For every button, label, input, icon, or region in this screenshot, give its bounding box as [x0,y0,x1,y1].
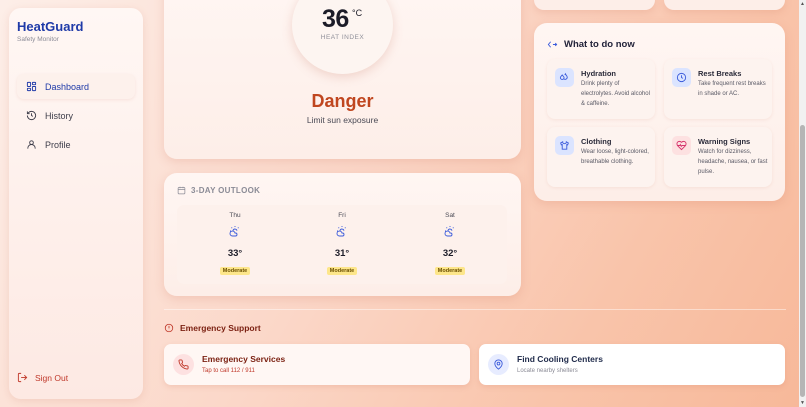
map-pin-icon [488,354,509,375]
nav-dashboard[interactable]: Dashboard [17,74,135,99]
user-icon [27,140,36,149]
dashboard-icon [26,81,37,92]
nav-dashboard-label: Dashboard [45,81,90,92]
heat-index-value: 36 [322,5,349,33]
heat-index-unit: °C [352,8,363,18]
forecast-day-name: Fri [338,212,346,219]
tip-card-warning-signs: Warning Signs Watch for dizziness, heada… [664,127,772,187]
outlook-title-text: 3-DAY OUTLOOK [191,186,261,195]
heat-index-label: HEAT INDEX [320,34,365,41]
partly-sunny-icon [336,226,346,237]
tip-body: Drink plenty of electrolytes. Avoid alco… [581,81,650,107]
tip-title: Rest Breaks [698,69,742,78]
tip-title: Clothing [581,137,612,146]
forecast-day: Sat 32° Moderate [410,205,490,277]
tip-title: Warning Signs [698,137,751,146]
history-icon [26,110,37,121]
forecast-badge: Moderate [434,267,466,275]
phone-icon [173,354,194,375]
tip-body: Wear loose, light-colored, breathable cl… [581,149,649,165]
forecast-temp: 32° [442,248,458,259]
forecast-badge: Moderate [219,267,251,275]
droplets-icon [555,68,574,87]
forecast-badge: Moderate [326,267,358,275]
outlook-title: 3-DAY OUTLOOK [177,186,260,195]
stat-card-stub [664,0,785,10]
cooling-centers-title: Find Cooling Centers [517,354,603,364]
tip-card-rest-breaks: Rest Breaks Take frequent rest breaks in… [664,59,772,119]
scroll-up-arrow[interactable]: ▲ [799,0,806,8]
sidebar [9,8,143,399]
forecast-temp: 33° [227,248,243,259]
forecast-day-name: Thu [229,212,241,219]
heart-pulse-icon [672,136,691,155]
nav-history[interactable]: History [17,103,135,128]
section-divider [164,309,786,310]
app-subtitle: Safety Monitor [17,36,59,43]
tip-body: Watch for dizziness, headache, nausea, o… [698,149,768,175]
tip-card-hydration: Hydration Drink plenty of electrolytes. … [547,59,655,119]
code-arrow-icon [547,41,558,48]
forecast-day: Fri 31° Moderate [302,205,382,277]
alert-circle-icon [164,323,174,333]
app-name: HeatGuard [17,19,84,34]
nav-profile[interactable]: Profile [17,132,135,157]
emergency-services-subtitle: Tap to call 112 / 911 [202,368,255,374]
nav-profile-label: Profile [45,139,71,150]
partly-sunny-icon [229,226,239,237]
emergency-title-text: Emergency Support [180,323,261,333]
forecast-day-name: Sat [445,212,455,219]
calendar-icon [177,186,186,195]
emergency-services-button[interactable]: Emergency Services Tap to call 112 / 911 [164,344,470,385]
emergency-title: Emergency Support [164,323,261,333]
risk-level: Danger [311,91,374,111]
nav-history-label: History [45,110,74,121]
shirt-icon [555,136,574,155]
risk-advice: Limit sun exposure [306,115,379,125]
sign-out-label: Sign Out [35,372,69,383]
log-out-icon [17,372,28,383]
scroll-down-arrow[interactable]: ▼ [799,399,806,407]
partly-sunny-icon [444,226,454,237]
emergency-services-title: Emergency Services [202,354,286,364]
clock-icon [672,68,691,87]
what-to-do-title-text: What to do now [564,39,635,50]
what-to-do-title: What to do now [547,39,635,50]
scrollbar-thumb[interactable] [800,125,805,397]
forecast-temp: 31° [334,248,350,259]
sign-out-button[interactable]: Sign Out [17,372,68,383]
tip-body: Take frequent rest breaks in shade or AC… [698,81,766,97]
forecast-day: Thu 33° Moderate [195,205,275,277]
cooling-centers-subtitle: Locate nearby shelters [517,368,578,374]
cooling-centers-button[interactable]: Find Cooling Centers Locate nearby shelt… [479,344,785,385]
tip-card-clothing: Clothing Wear loose, light-colored, brea… [547,127,655,187]
stat-card-stub [534,0,655,10]
tip-title: Hydration [581,69,617,78]
